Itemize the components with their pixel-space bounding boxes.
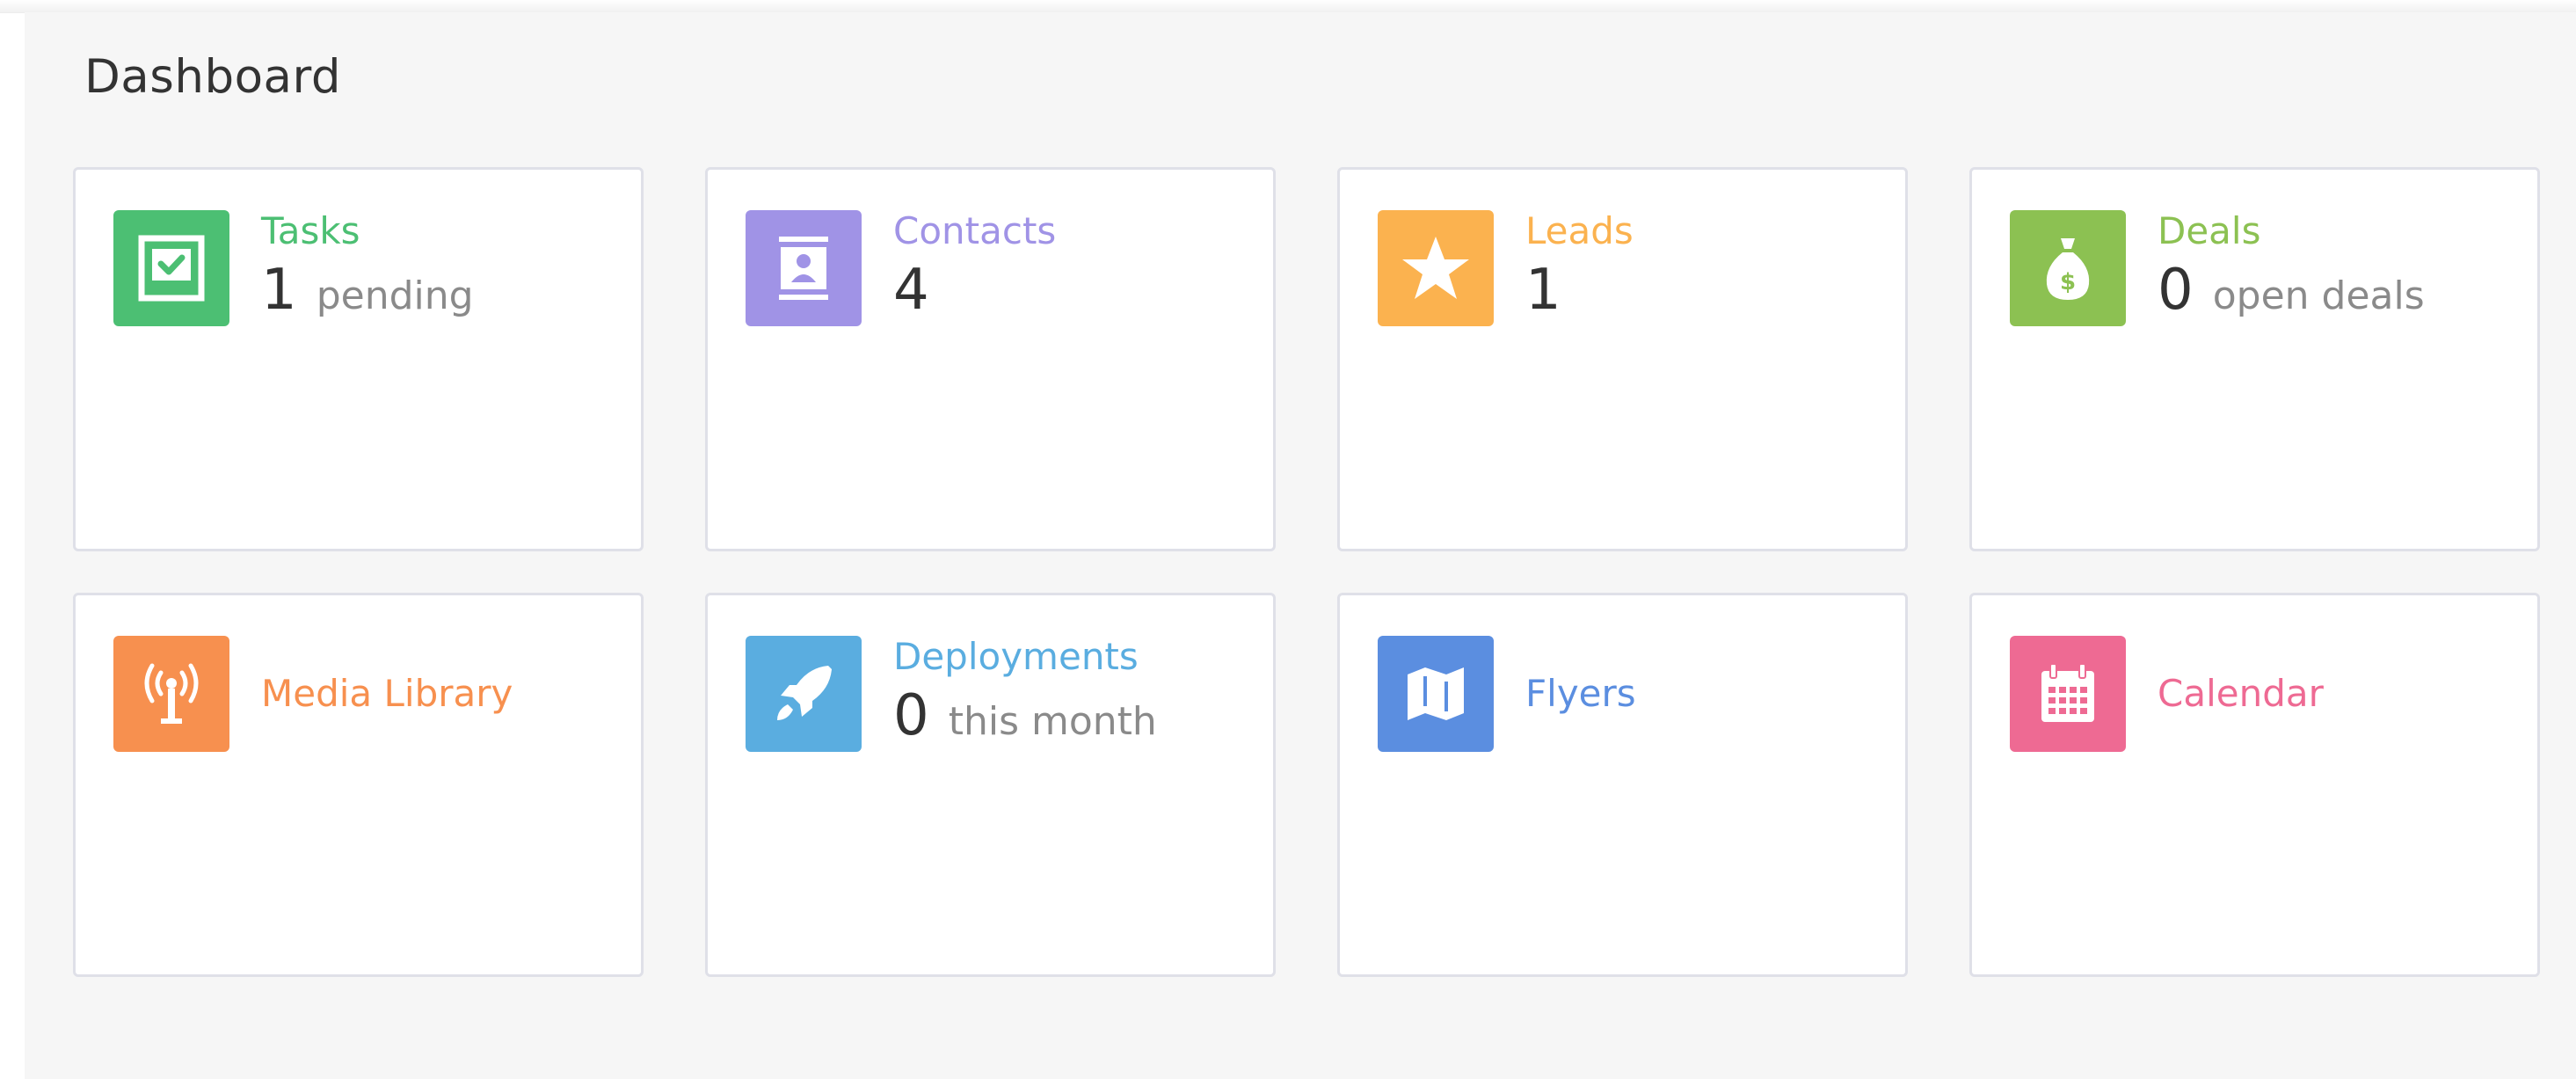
dashboard-card-grid: Tasks 1 pending Contacts 4 Leads 1 $ Dea… xyxy=(73,167,2540,977)
card-title: Leads xyxy=(1525,209,1634,252)
deals-count: 0 xyxy=(2158,258,2194,323)
leads-count: 1 xyxy=(1525,258,1561,323)
calendar-icon xyxy=(2010,636,2126,752)
dashboard-page: Dashboard Tasks 1 pending Contacts 4 Lea… xyxy=(25,12,2576,1079)
broadcast-antenna-icon xyxy=(113,636,229,752)
deals-suffix: open deals xyxy=(2212,273,2425,318)
svg-text:$: $ xyxy=(2060,269,2076,295)
money-bag-icon: $ xyxy=(2010,210,2126,326)
deployments-count: 0 xyxy=(893,683,929,748)
card-title: Deployments xyxy=(893,635,1139,678)
card-title: Deals xyxy=(2158,209,2261,252)
card-stat: 0 open deals xyxy=(2158,258,2425,323)
task-checkbox-icon xyxy=(113,210,229,326)
card-stat: 4 xyxy=(893,258,1056,323)
tasks-count: 1 xyxy=(261,258,297,323)
calendar-card[interactable]: Calendar xyxy=(1969,593,2540,977)
card-stat: 0 this month xyxy=(893,683,1157,748)
card-title: Tasks xyxy=(261,209,360,252)
card-stat: 1 pending xyxy=(261,258,474,323)
star-icon xyxy=(1378,210,1494,326)
top-bar xyxy=(0,0,2576,13)
card-title: Media Library xyxy=(261,672,513,715)
card-stat: 1 xyxy=(1525,258,1634,323)
deployments-suffix: this month xyxy=(948,699,1157,744)
contacts-count: 4 xyxy=(893,258,929,323)
map-icon xyxy=(1378,636,1494,752)
deals-card[interactable]: $ Deals 0 open deals xyxy=(1969,167,2540,551)
card-title: Flyers xyxy=(1525,672,1636,715)
card-title: Contacts xyxy=(893,209,1057,252)
page-title: Dashboard xyxy=(84,50,342,104)
contact-book-icon xyxy=(746,210,862,326)
leads-card[interactable]: Leads 1 xyxy=(1337,167,1908,551)
media-library-card[interactable]: Media Library xyxy=(73,593,644,977)
card-title: Calendar xyxy=(2158,672,2324,715)
flyers-card[interactable]: Flyers xyxy=(1337,593,1908,977)
contacts-card[interactable]: Contacts 4 xyxy=(705,167,1276,551)
tasks-card[interactable]: Tasks 1 pending xyxy=(73,167,644,551)
rocket-icon xyxy=(746,636,862,752)
tasks-suffix: pending xyxy=(316,273,474,318)
deployments-card[interactable]: Deployments 0 this month xyxy=(705,593,1276,977)
